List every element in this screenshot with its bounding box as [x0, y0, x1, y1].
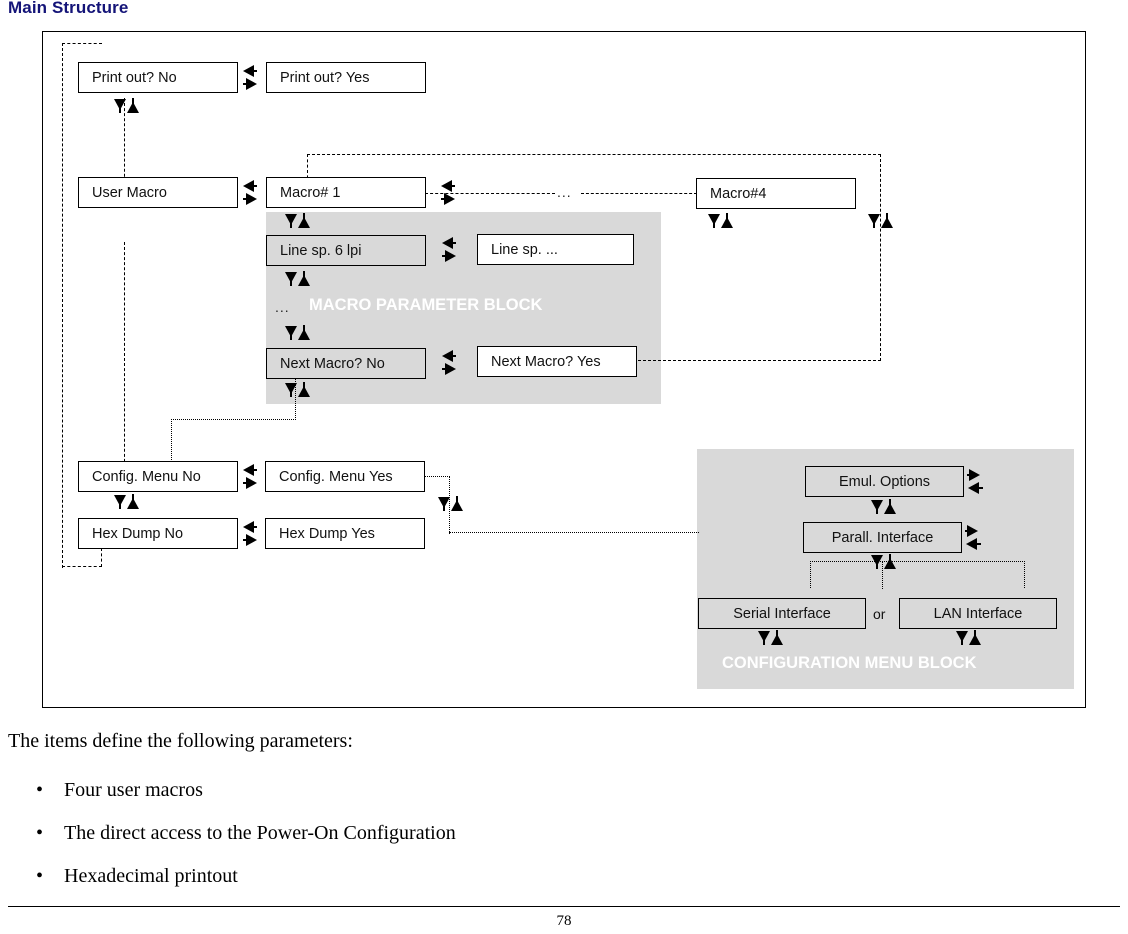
box-macro-1[interactable]: Macro# 1 [266, 177, 426, 208]
box-label: Parall. Interface [831, 529, 934, 546]
route-macro-loop-right [880, 154, 881, 361]
arrow-vertical-macro1-down [285, 213, 311, 229]
arrow-vertical-line-sp-down [285, 271, 311, 287]
box-label: Config. Menu No [92, 468, 201, 485]
arrow-vertical-macro-params-down [285, 325, 311, 341]
route-config-yes-to-block [449, 532, 699, 533]
box-user-macro[interactable]: User Macro [78, 177, 238, 208]
box-label: Macro# 1 [280, 184, 341, 201]
arrow-horizontal-config-menu [242, 464, 259, 490]
box-config-menu-yes[interactable]: Config. Menu Yes [265, 461, 425, 492]
box-label: Next Macro? Yes [491, 353, 601, 370]
arrow-horizontal-print-out [242, 65, 259, 91]
list-item-label: The direct access to the Power-On Config… [64, 822, 456, 844]
box-macro-4[interactable]: Macro#4 [696, 178, 856, 209]
box-label: Next Macro? No [280, 355, 385, 372]
box-hex-dump-no[interactable]: Hex Dump No [78, 518, 238, 549]
arrow-vertical-macro-loop-right [868, 213, 894, 229]
page-number: 78 [556, 913, 572, 929]
arrow-vertical-parall-down [871, 554, 897, 570]
arrow-vertical-lan-down [956, 630, 982, 646]
arrow-vertical-next-macro-down [285, 382, 311, 398]
route-parall-branch-bar [810, 561, 1025, 562]
box-label: Emul. Options [838, 473, 931, 490]
configuration-menu-block-label: CONFIGURATION MENU BLOCK [722, 654, 977, 672]
box-label: Line sp. ... [491, 241, 558, 258]
box-label: Hex Dump Yes [279, 525, 375, 542]
box-label: Hex Dump No [92, 525, 184, 542]
arrow-horizontal-user-macro [242, 180, 259, 206]
route-parall-branch-left [810, 561, 811, 588]
box-next-macro-no[interactable]: Next Macro? No [266, 348, 426, 379]
box-label: LAN Interface [933, 605, 1023, 622]
box-label: User Macro [92, 184, 167, 201]
route-main-chain-vertical-2 [124, 242, 125, 477]
route-next-macro-left [171, 419, 296, 420]
route-macro1-to-macro4-right [581, 193, 697, 194]
box-label: Line sp. 6 lpi [280, 242, 362, 259]
arrow-horizontal-hex-dump [242, 521, 259, 547]
intro-paragraph: The items define the following parameter… [8, 730, 353, 752]
box-hex-dump-yes[interactable]: Hex Dump Yes [265, 518, 425, 549]
document-page: Main Structure MACRO PARAMETER BLOCK ...… [0, 0, 1128, 934]
macro-parameter-ellipsis: ... [275, 299, 290, 315]
box-label: Print out? No [92, 69, 177, 86]
box-line-sp-6lpi[interactable]: Line sp. 6 lpi [266, 235, 426, 266]
box-label: Macro#4 [710, 185, 767, 202]
route-config-yes-out [425, 476, 450, 477]
bullet-icon: • [36, 822, 44, 844]
route-macro-loop-top [307, 154, 881, 155]
arrow-horizontal-next-macro [441, 350, 458, 376]
route-left-outer-vertical [62, 43, 63, 568]
arrow-vertical-macro4-down [708, 213, 734, 229]
route-left-outer-top [62, 43, 102, 44]
page-title: Main Structure [8, 0, 129, 17]
bullet-icon: • [36, 865, 44, 887]
route-parall-branch-right [1024, 561, 1025, 588]
bullet-icon: • [36, 779, 44, 801]
box-parall-interface[interactable]: Parall. Interface [803, 522, 962, 553]
box-lan-interface[interactable]: LAN Interface [899, 598, 1057, 629]
main-structure-diagram: MACRO PARAMETER BLOCK ... CONFIGURATION … [42, 31, 1086, 708]
box-print-out-yes[interactable]: Print out? Yes [266, 62, 426, 93]
arrow-vertical-emul-to-parall [871, 499, 897, 515]
box-label: Config. Menu Yes [279, 468, 393, 485]
arrow-vertical-config-to-hex [114, 494, 140, 510]
box-label: Print out? Yes [280, 69, 370, 86]
list-item-label: Hexadecimal printout [64, 865, 238, 887]
route-left-outer-bottom [62, 566, 102, 567]
list-item-label: Four user macros [64, 779, 203, 801]
box-serial-interface[interactable]: Serial Interface [698, 598, 866, 629]
arrow-horizontal-line-sp [441, 237, 458, 263]
macro-parameter-block-label: MACRO PARAMETER BLOCK [309, 296, 543, 314]
box-emul-options[interactable]: Emul. Options [805, 466, 964, 497]
box-config-menu-no[interactable]: Config. Menu No [78, 461, 238, 492]
arrow-horizontal-macro-chain [440, 180, 457, 206]
arrow-horizontal-parall-interface [965, 525, 982, 551]
route-macro-loop-bottom [638, 360, 881, 361]
box-print-out-no[interactable]: Print out? No [78, 62, 238, 93]
arrow-horizontal-emul-options [967, 469, 984, 495]
box-next-macro-yes[interactable]: Next Macro? Yes [477, 346, 637, 377]
footer-divider [8, 906, 1120, 907]
arrow-vertical-print-out-down [114, 98, 140, 114]
arrow-vertical-serial-down [758, 630, 784, 646]
arrow-vertical-config-route [438, 496, 464, 512]
box-line-sp-more[interactable]: Line sp. ... [477, 234, 634, 265]
macro-chain-ellipsis: ... [557, 184, 572, 200]
box-label: Serial Interface [733, 605, 831, 622]
or-label: or [873, 606, 886, 622]
